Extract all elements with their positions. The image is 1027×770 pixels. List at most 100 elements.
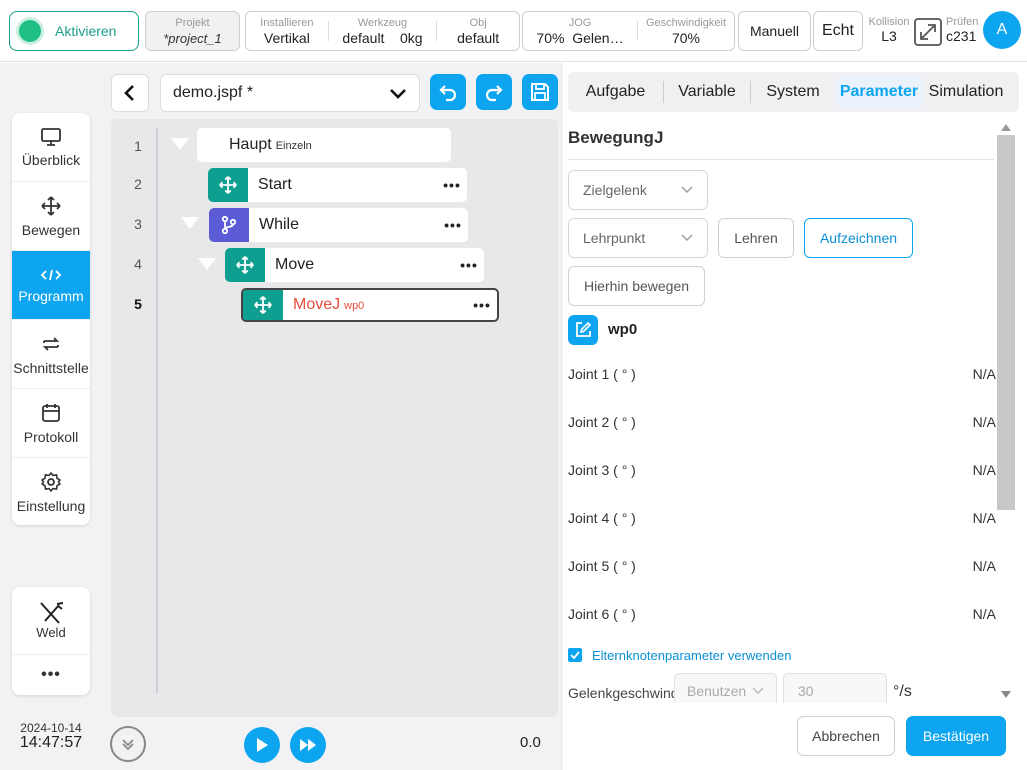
expand-icon[interactable] xyxy=(914,18,942,46)
swap-icon xyxy=(42,336,60,351)
confirm-button[interactable]: Bestätigen xyxy=(906,716,1006,756)
jog-selector[interactable]: JOG 70% Gelen… xyxy=(523,12,637,50)
tree-node-move[interactable]: Move ••• xyxy=(225,248,484,282)
node-menu-button[interactable]: ••• xyxy=(467,297,497,313)
collapse-toggle[interactable] xyxy=(198,258,216,270)
check-label: Prüfen xyxy=(946,16,979,28)
collision-label: Kollision xyxy=(868,16,910,28)
nav-label-move: Bewegen xyxy=(21,221,81,238)
more-button[interactable]: ••• xyxy=(12,655,90,695)
real-mode-button[interactable]: Echt xyxy=(813,11,863,51)
jog-value: 70% xyxy=(536,29,565,46)
nav-item-interface[interactable]: Schnittstelle xyxy=(12,320,90,389)
tab-variable[interactable]: Variable xyxy=(664,72,750,112)
nav-label-interface: Schnittstelle xyxy=(13,359,89,376)
joint-row: Joint 2 ( ° ) N/A xyxy=(568,414,996,430)
tab-parameter[interactable]: Parameter xyxy=(836,76,922,108)
save-button[interactable] xyxy=(522,74,558,110)
joint-label: Joint 2 ( ° ) xyxy=(568,414,636,430)
weld-button[interactable]: Weld xyxy=(12,587,90,655)
node-sub: wp0 xyxy=(344,300,365,312)
redo-button[interactable] xyxy=(476,74,512,110)
check-icon xyxy=(570,651,580,659)
edit-waypoint-button[interactable] xyxy=(568,315,598,345)
collapse-toggle[interactable] xyxy=(171,138,189,150)
teach-point-select[interactable]: Lehrpunkt xyxy=(568,218,708,258)
tab-task[interactable]: Aufgabe xyxy=(568,72,663,112)
node-menu-button[interactable]: ••• xyxy=(438,217,468,233)
check-indicator[interactable]: Prüfen c231 xyxy=(946,15,978,43)
tool-label: Werkzeug xyxy=(357,16,408,29)
top-bar: Aktivieren Projekt *project_1 Installier… xyxy=(0,0,1027,62)
obj-label: Obj xyxy=(469,16,487,29)
scroll-up-icon[interactable] xyxy=(1000,122,1012,132)
waypoint-name: wp0 xyxy=(608,321,638,338)
nav-label-overview: Überblick xyxy=(21,151,81,168)
back-button[interactable] xyxy=(111,74,149,112)
speed-value: 70% xyxy=(671,29,701,46)
node-menu-button[interactable]: ••• xyxy=(437,177,467,193)
status-indicator xyxy=(19,20,41,42)
activate-button[interactable]: Aktivieren xyxy=(9,11,139,51)
teach-button[interactable]: Lehren xyxy=(718,218,794,258)
node-menu-button[interactable]: ••• xyxy=(454,257,484,273)
nav-label-program: Programm xyxy=(18,287,84,304)
node-label: While xyxy=(259,216,300,233)
joint-value: N/A xyxy=(972,414,996,430)
weld-torch-icon xyxy=(40,602,64,624)
tree-node-movej[interactable]: MoveJ wp0 ••• xyxy=(241,288,499,322)
nav-item-log[interactable]: Protokoll xyxy=(12,389,90,458)
nav-item-settings[interactable]: Einstellung xyxy=(12,458,90,525)
scroll-down-button[interactable] xyxy=(110,726,146,762)
joint-value: N/A xyxy=(972,462,996,478)
file-select[interactable]: demo.jspf * xyxy=(160,74,420,112)
nav-item-program[interactable]: Programm xyxy=(12,251,90,320)
tab-system[interactable]: System xyxy=(751,72,835,112)
manual-mode-button[interactable]: Manuell xyxy=(738,11,811,51)
move-here-button[interactable]: Hierhin bewegen xyxy=(568,266,705,306)
play-icon xyxy=(257,738,268,752)
edit-icon xyxy=(576,321,592,337)
joint-speed-label: Gelenkgeschwindigkeit xyxy=(568,685,674,701)
play-button[interactable] xyxy=(244,727,280,763)
project-label: Projekt xyxy=(175,16,210,29)
tree-node-main[interactable]: Haupt Einzeln xyxy=(197,128,451,162)
joint-label: Joint 6 ( ° ) xyxy=(568,606,636,622)
tree-node-while[interactable]: While ••• xyxy=(209,208,468,242)
install-value: Vertikal xyxy=(263,29,310,46)
avatar[interactable]: A xyxy=(983,11,1021,49)
speed-selector[interactable]: Geschwindigkeit 70% xyxy=(638,12,734,50)
scroll-down-icon[interactable] xyxy=(1000,690,1012,700)
tool-selector[interactable]: Werkzeug default 0kg xyxy=(329,12,437,50)
scrollbar-thumb[interactable] xyxy=(997,135,1015,510)
line-number: 3 xyxy=(134,216,142,232)
collapse-toggle[interactable] xyxy=(181,217,199,229)
nav-item-overview[interactable]: Überblick xyxy=(12,113,90,182)
project-selector[interactable]: Projekt *project_1 xyxy=(145,11,240,51)
tool-value: default xyxy=(342,29,385,46)
tree-guide-line xyxy=(156,128,158,693)
use-parent-label[interactable]: Elternknotenparameter verwenden xyxy=(592,648,791,663)
move-icon xyxy=(41,195,61,216)
cancel-button[interactable]: Abbrechen xyxy=(797,716,895,756)
fast-forward-icon xyxy=(300,739,316,751)
target-joint-select[interactable]: Zielgelenk xyxy=(568,170,708,210)
tree-node-start[interactable]: Start ••• xyxy=(208,168,467,202)
record-button[interactable]: Aufzeichnen xyxy=(804,218,913,258)
obj-selector[interactable]: Obj default xyxy=(437,12,519,50)
collision-indicator[interactable]: Kollision L3 xyxy=(866,15,912,43)
speed-label: Geschwindigkeit xyxy=(645,16,727,29)
node-label: Haupt xyxy=(229,136,272,153)
joint-label: Joint 3 ( ° ) xyxy=(568,462,636,478)
project-value: *project_1 xyxy=(163,30,222,46)
progress-value: 0.0 xyxy=(520,734,541,751)
tab-simulation[interactable]: Simulation xyxy=(922,72,1010,112)
use-parent-checkbox[interactable] xyxy=(568,648,582,662)
install-tool-obj-group: Installieren Vertikal Werkzeug default 0… xyxy=(245,11,520,51)
nav-item-move[interactable]: Bewegen xyxy=(12,182,90,251)
step-forward-button[interactable] xyxy=(290,727,326,763)
undo-button[interactable] xyxy=(430,74,466,110)
check-value: c231 xyxy=(946,28,977,44)
install-selector[interactable]: Installieren Vertikal xyxy=(246,12,328,50)
save-icon xyxy=(531,83,549,101)
